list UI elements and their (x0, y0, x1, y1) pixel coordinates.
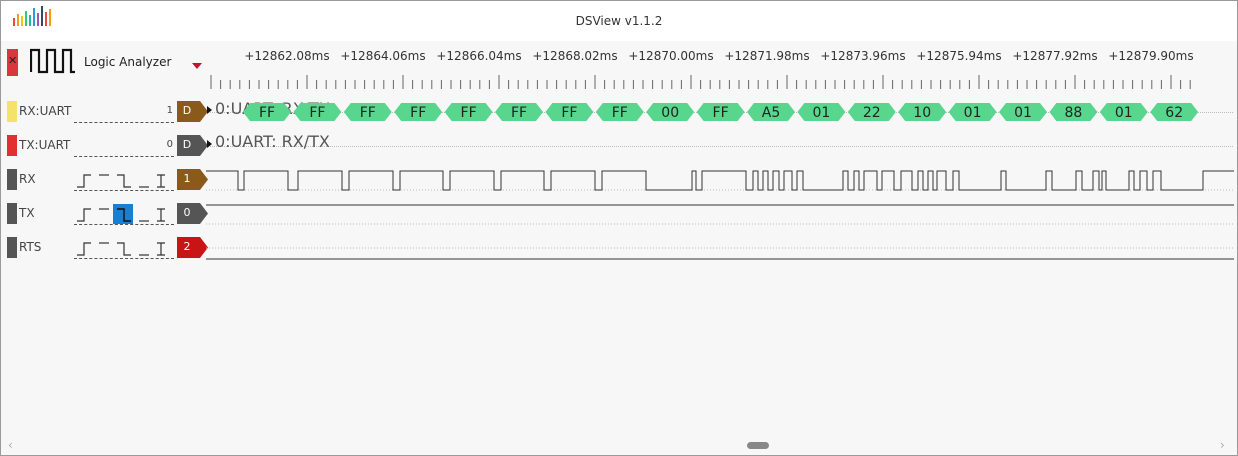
channel-name: RTS (19, 240, 42, 254)
channel-divider (74, 258, 174, 259)
channel-divider (74, 224, 174, 225)
decoder-byte[interactable]: 01 (1099, 103, 1148, 121)
channel-color-swatch (7, 169, 17, 190)
rx-signal-trace (206, 170, 1234, 191)
decoder-byte[interactable]: FF (495, 103, 543, 121)
channel-tag-label: D (182, 138, 192, 151)
decoder-byte-label: FF (461, 105, 477, 121)
ruler-tick-label: +12873.96ms (820, 49, 906, 63)
capture-mode-icon[interactable]: ✕ (7, 49, 18, 76)
waveform-area[interactable]: FF FF FF FF FF FF FF FF 00 FF A5 01 22 10 01 01 88 01 62 (206, 98, 1236, 268)
trigger-options[interactable] (75, 239, 175, 257)
decoder-byte[interactable]: 01 (797, 103, 846, 121)
channel-tag[interactable]: D (177, 135, 209, 160)
decoder-byte[interactable]: 01 (999, 103, 1047, 121)
channel-tag-label: 0 (183, 206, 191, 219)
decoder-byte-group: FF FF FF FF FF FF FF FF 00 FF A5 01 22 10 01 01 88 01 62 (243, 103, 1199, 121)
decoder-byte-label: FF (713, 105, 729, 121)
chevron-left-icon[interactable]: ‹ (8, 438, 13, 452)
channel-number: 1 (166, 105, 173, 116)
logic-analyzer-icon (30, 48, 75, 74)
channel-color-swatch (7, 237, 17, 258)
ruler-tick-label: +12866.04ms (436, 49, 522, 63)
decoder-byte-label: FF (612, 105, 628, 121)
decoder-byte-label: 00 (661, 105, 679, 121)
ruler-tick-label: +12871.98ms (724, 49, 810, 63)
decoder-byte[interactable]: 22 (847, 103, 896, 121)
ruler-tick-label: +12864.06ms (340, 49, 426, 63)
ruler-tick-label: +12868.02ms (532, 49, 618, 63)
ruler-tick-label: +12862.08ms (244, 49, 330, 63)
decoder-byte-label: 01 (812, 105, 830, 121)
ruler-tick-label: +12877.92ms (1012, 49, 1098, 63)
channel-tag[interactable]: 2 (177, 237, 209, 262)
channel-tag-label: 1 (183, 172, 191, 185)
channel-number: 0 (166, 139, 173, 150)
channel-name: RX:UART (19, 104, 72, 118)
channel-divider (74, 156, 174, 157)
decoder-byte-label: 62 (1165, 105, 1183, 121)
channel-tag-label: D (182, 104, 192, 117)
decoder-byte-label: 01 (964, 105, 982, 121)
mode-label[interactable]: Logic Analyzer (84, 55, 171, 69)
channel-divider (74, 190, 174, 191)
channel-name: RX (19, 172, 36, 186)
decoder-byte-label: 88 (1064, 105, 1082, 121)
decoder-byte-label: FF (561, 105, 577, 121)
channel-name: TX (19, 206, 35, 220)
decoder-byte-label: A5 (762, 105, 780, 121)
channel-color-swatch (7, 135, 17, 156)
decoder-byte[interactable]: 62 (1150, 103, 1199, 121)
decoder-byte[interactable]: A5 (747, 103, 795, 121)
ruler-tick-label: +12870.00ms (628, 49, 714, 63)
ruler-tick-label: +12879.90ms (1108, 49, 1194, 63)
app-window: DSView v1.1.2 ✕ Logic Analyzer +12862.08… (0, 0, 1238, 456)
decoder-byte[interactable]: 10 (898, 103, 947, 121)
decoder-byte[interactable]: FF (545, 103, 594, 121)
decoder-byte[interactable]: FF (595, 103, 644, 121)
channel-tag[interactable]: D (177, 101, 209, 126)
window-title: DSView v1.1.2 (575, 14, 663, 28)
decoder-byte-label: 01 (1115, 105, 1133, 121)
channel-tag[interactable]: 0 (177, 203, 209, 228)
decoder-byte-label: 10 (913, 105, 931, 121)
decoder-byte[interactable]: FF (444, 103, 493, 121)
channel-color-swatch (7, 101, 17, 122)
channel-tag[interactable]: 1 (177, 169, 209, 194)
decoder-byte-label: FF (259, 105, 275, 121)
title-bar: DSView v1.1.2 (1, 1, 1237, 41)
scrollbar-thumb[interactable] (747, 442, 769, 449)
decoder-byte-label: 01 (1014, 105, 1032, 121)
decoder-byte[interactable]: 01 (948, 103, 997, 121)
mode-dropdown-icon[interactable] (192, 63, 202, 69)
horizontal-scrollbar[interactable] (1, 439, 1237, 455)
decoder-byte[interactable]: FF (243, 103, 291, 121)
decoder-byte[interactable]: FF (696, 103, 745, 121)
ruler-ticks (210, 75, 1191, 89)
decoder-byte[interactable]: 88 (1049, 103, 1098, 121)
decoder-byte-label: FF (511, 105, 527, 121)
decoder-byte[interactable]: 00 (646, 103, 695, 121)
decoder-byte[interactable]: FF (293, 103, 342, 121)
decoder-byte-label: FF (309, 105, 325, 121)
decoder-byte-label: FF (410, 105, 426, 121)
chevron-right-icon[interactable]: › (1220, 438, 1225, 452)
channel-name: TX:UART (19, 138, 71, 152)
trigger-options[interactable] (75, 171, 175, 189)
decoder-byte-label: FF (360, 105, 376, 121)
channel-tag-label: 2 (183, 240, 191, 253)
ruler-tick-label: +12875.94ms (916, 49, 1002, 63)
trigger-options[interactable] (75, 205, 175, 223)
decoder-byte[interactable]: FF (394, 103, 443, 121)
channel-color-swatch (7, 203, 17, 224)
channel-divider (74, 122, 174, 123)
decoder-byte-label: 22 (863, 105, 881, 121)
decoder-byte[interactable]: FF (343, 103, 392, 121)
